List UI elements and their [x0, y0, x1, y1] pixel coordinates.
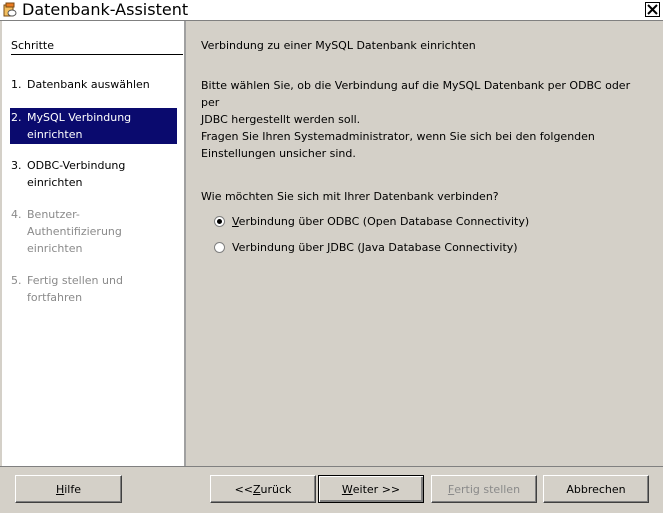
step-label: ODBC-Verbindung einrichten [27, 159, 126, 189]
step-number: 3. [11, 159, 22, 172]
button-bar: Hilfe << Zurück Weiter >> Fertig stellen… [0, 466, 663, 513]
close-button[interactable] [645, 2, 660, 17]
odbc-option-label: Verbindung über ODBC (Open Database Conn… [232, 215, 530, 228]
step-mysql-connection[interactable]: 2. MySQL Verbindung einrichten [10, 108, 177, 144]
step-number: 2. [11, 111, 22, 124]
close-icon [647, 4, 658, 15]
odbc-radio[interactable] [214, 216, 225, 227]
step-odbc-connection[interactable]: 3. ODBC-Verbindung einrichten [11, 157, 175, 191]
help-button[interactable]: Hilfe [15, 475, 122, 503]
step-label: MySQL Verbindung einrichten [27, 111, 132, 141]
description: Bitte wählen Sie, ob die Verbindung auf … [201, 77, 641, 162]
main-panel: Verbindung zu einer MySQL Datenbank einr… [186, 21, 661, 466]
window-title: Datenbank-Assistent [22, 0, 189, 19]
step-user-authentication: 4. Benutzer-Authentifizierung einrichten [11, 206, 141, 257]
odbc-option[interactable]: Verbindung über ODBC (Open Database Conn… [214, 215, 529, 228]
jdbc-option[interactable]: Verbindung über JDBC (Java Database Conn… [214, 241, 518, 254]
step-number: 5. [11, 274, 22, 287]
database-app-icon [3, 2, 17, 17]
title-bar: Datenbank-Assistent [0, 0, 663, 21]
step-finish: 5. Fertig stellen und fortfahren [11, 272, 141, 306]
jdbc-option-label: Verbindung über JDBC (Java Database Conn… [232, 241, 518, 254]
connection-question: Wie möchten Sie sich mit Ihrer Datenbank… [201, 190, 499, 203]
jdbc-radio[interactable] [214, 242, 225, 253]
steps-header: Schritte [11, 39, 183, 55]
description-line: Bitte wählen Sie, ob die Verbindung auf … [201, 79, 631, 109]
step-label: Benutzer-Authentifizierung einrichten [27, 208, 122, 255]
step-select-database[interactable]: 1. Datenbank auswählen [11, 76, 175, 93]
back-button[interactable]: << Zurück [210, 475, 316, 503]
description-line: Einstellungen unsicher sind. [201, 147, 356, 160]
step-number: 1. [11, 78, 22, 91]
cancel-button[interactable]: Abbrechen [543, 475, 649, 503]
finish-button: Fertig stellen [431, 475, 537, 503]
description-line: Fragen Sie Ihren Systemadministrator, we… [201, 130, 595, 143]
step-label: Datenbank auswählen [27, 78, 150, 91]
step-number: 4. [11, 208, 22, 221]
steps-sidebar: Schritte 1. Datenbank auswählen 2. MySQL… [2, 21, 186, 466]
page-heading: Verbindung zu einer MySQL Datenbank einr… [201, 39, 476, 52]
description-line: JDBC hergestellt werden soll. [201, 113, 361, 126]
next-button[interactable]: Weiter >> [318, 475, 424, 503]
step-label: Fertig stellen und fortfahren [27, 274, 123, 304]
